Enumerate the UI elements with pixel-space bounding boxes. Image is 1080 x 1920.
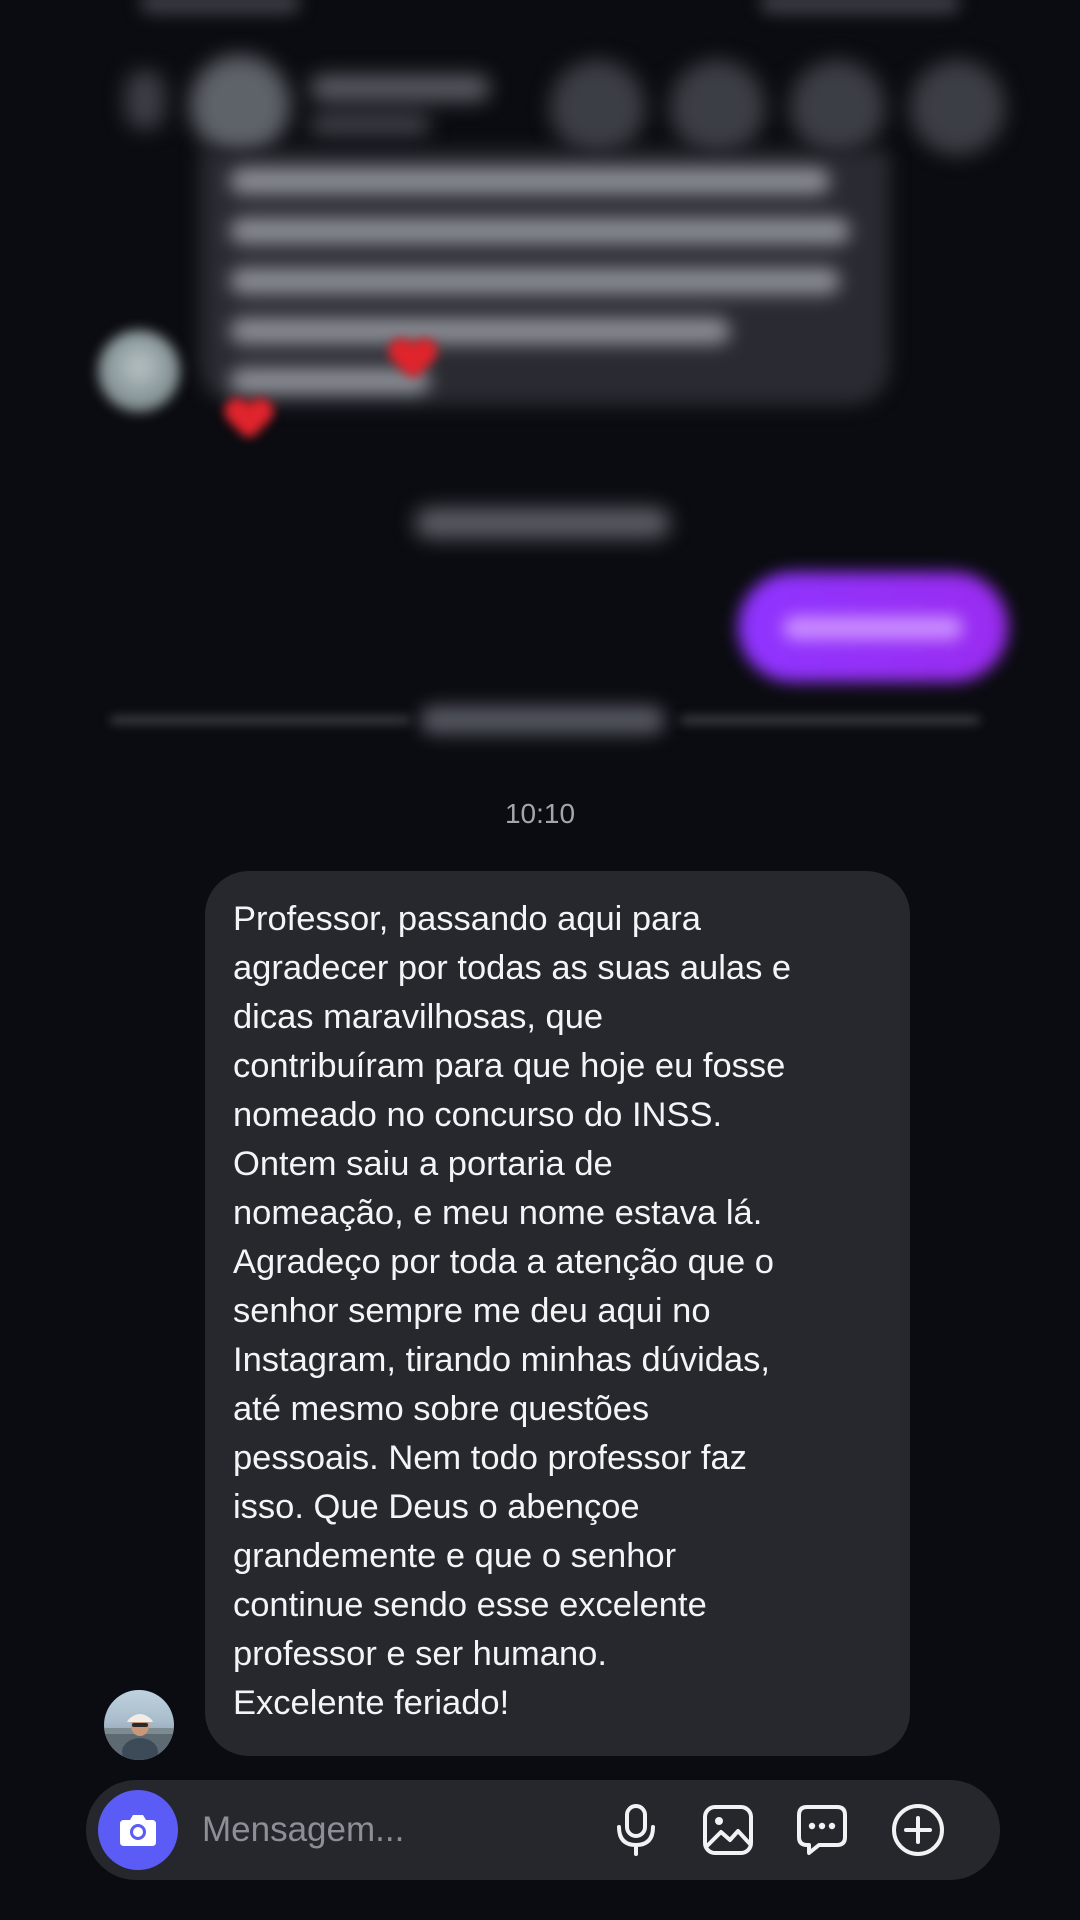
microphone-icon	[617, 1804, 655, 1856]
avatar-image	[104, 1714, 174, 1760]
blurred-timestamp	[415, 508, 670, 538]
chat-bubble-icon	[797, 1805, 847, 1855]
camera-button[interactable]	[98, 1790, 178, 1870]
blurred-divider	[680, 716, 980, 724]
message-input[interactable]	[202, 1780, 562, 1880]
blurred-chat-header	[110, 40, 1030, 160]
microphone-button[interactable]	[608, 1802, 664, 1858]
message-text: Professor, passando aqui para agradecer …	[233, 900, 792, 1722]
blurred-status-bar	[760, 0, 960, 14]
camera-icon	[120, 1815, 156, 1846]
sticker-button[interactable]	[794, 1802, 850, 1858]
received-message-bubble[interactable]: Professor, passando aqui para agradecer …	[205, 871, 910, 1756]
sender-avatar[interactable]	[104, 1690, 174, 1760]
message-composer	[86, 1780, 1000, 1880]
blurred-status-bar	[140, 0, 300, 14]
blurred-sent-message	[738, 572, 1008, 682]
blurred-conversation-history	[0, 0, 1080, 760]
image-gallery-icon	[703, 1805, 753, 1855]
blurred-contact-avatar	[98, 330, 180, 412]
blurred-divider-label	[420, 706, 665, 734]
blurred-message-bubble	[200, 150, 890, 405]
message-timestamp: 10:10	[504, 798, 576, 829]
chat-screen: 10:10 Professor, passando aqui para agra…	[0, 0, 1080, 1920]
add-button[interactable]	[890, 1802, 946, 1858]
plus-circle-icon	[892, 1804, 944, 1856]
heart-emoji	[390, 340, 436, 380]
blurred-divider	[110, 716, 410, 724]
gallery-button[interactable]	[700, 1802, 756, 1858]
heart-reaction-icon	[226, 400, 272, 440]
